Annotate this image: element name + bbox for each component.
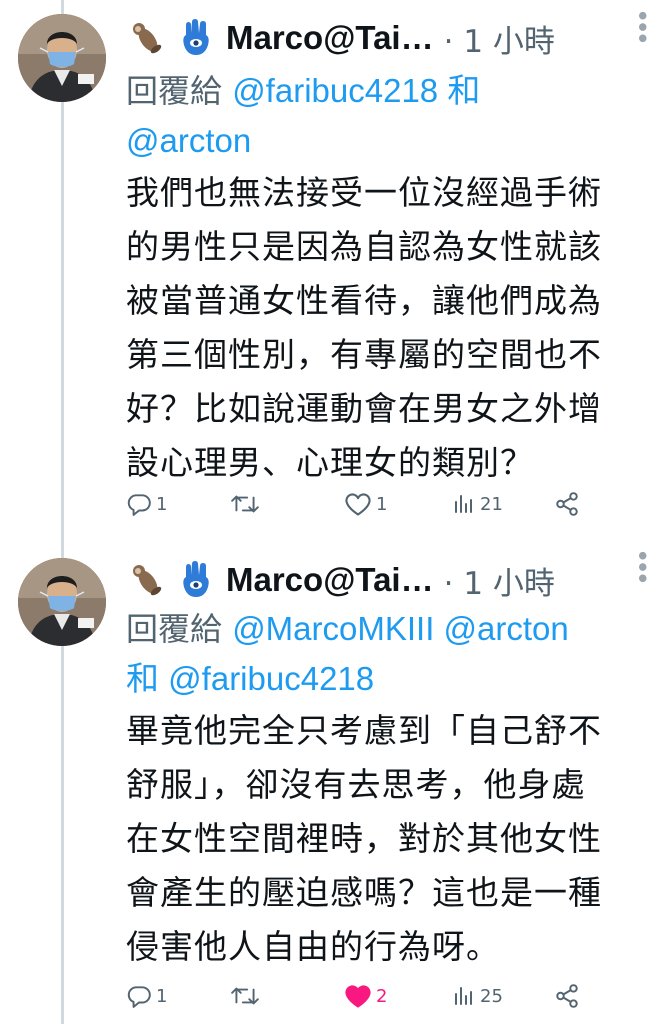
heart-icon [345, 985, 371, 1008]
reply-button[interactable]: 1 [126, 976, 167, 1016]
tweet-text-line: 被當普通女性看待，讓他們成為 [126, 281, 602, 320]
share-button[interactable] [554, 976, 580, 1016]
more-dots-icon[interactable]: ••• [626, 8, 656, 42]
reply-button[interactable]: 1 [126, 484, 167, 524]
share-button[interactable] [554, 484, 580, 524]
reply-mentions[interactable]: @faribuc4218 和 [232, 72, 480, 109]
views-chart-icon [455, 495, 472, 513]
reply-prefix: 回覆給 [126, 610, 223, 648]
reply-mentions-continued[interactable]: @arcton [126, 122, 251, 159]
reply-to-line: 回覆給 @MarcoMKIII @arcton 和 @faribuc4218 [126, 604, 646, 704]
share-icon [556, 492, 578, 516]
retweet-button[interactable] [230, 976, 264, 1016]
otter-emoji-icon [126, 558, 170, 602]
tweet-text-line: 設心理男、心理女的類別？ [126, 443, 534, 482]
display-name[interactable]: Marco@Tai… [226, 19, 434, 57]
views-button[interactable]: 21 [452, 484, 503, 524]
like-count: 2 [376, 985, 388, 1007]
views-chart-icon [455, 987, 472, 1005]
reply-bubble-icon [127, 494, 151, 516]
tweet-text: 我們也無法接受一位沒經過手術 的男性只是因為自認為女性就該 被當普通女性看待，讓… [126, 166, 656, 490]
more-dots-icon[interactable]: ••• [626, 548, 656, 582]
heart-icon [345, 493, 371, 516]
reply-count: 1 [156, 493, 168, 515]
tweet-header: Marco@Tai… · 1 小時 [126, 556, 644, 604]
avatar[interactable] [18, 14, 106, 102]
action-bar: 1 1 21 [126, 484, 596, 524]
tweet-header: Marco@Tai… · 1 小時 [126, 14, 644, 62]
retweet-icon [231, 987, 259, 1005]
reply-mentions[interactable]: @MarcoMKIII @arcton [232, 610, 569, 647]
tweet-text: 畢竟他完全只考慮到「自己舒不 舒服」，卻沒有去思考，他身處 在女性空間裡時，對於… [126, 704, 656, 974]
hamsa-hand-emoji-icon [174, 16, 218, 60]
share-icon [556, 984, 578, 1008]
tweet-text-line: 我們也無法接受一位沒經過手術 [126, 173, 602, 212]
reply-count: 1 [156, 985, 168, 1007]
tweet-text-line: 在女性空間裡時，對於其他女性 [126, 819, 602, 858]
tweet-text-line: 好？比如說運動會在男女之外增 [126, 389, 602, 428]
display-name[interactable]: Marco@Tai… [226, 561, 434, 599]
view-count: 21 [480, 493, 503, 515]
tweet-text-line: 畢竟他完全只考慮到「自己舒不 [126, 711, 602, 750]
tweet-text-line: 會產生的壓迫感嗎？這也是一種 [126, 873, 602, 912]
tweet-2[interactable]: Marco@Tai… · 1 小時 ••• 回覆給 @MarcoMKIII @a… [0, 540, 668, 1024]
reply-prefix: 回覆給 [126, 72, 223, 110]
view-count: 25 [480, 985, 503, 1007]
hamsa-hand-emoji-icon [174, 558, 218, 602]
tweet-text-line: 第三個性別，有專屬的空間也不 [126, 335, 602, 374]
reply-mentions-continued[interactable]: 和 @faribuc4218 [126, 660, 374, 697]
retweet-icon [231, 495, 259, 513]
otter-emoji-icon [126, 16, 170, 60]
timestamp[interactable]: · 1 小時 [444, 16, 555, 61]
tweet-1[interactable]: Marco@Tai… · 1 小時 ••• 回覆給 @faribuc4218 和… [0, 0, 668, 540]
timestamp[interactable]: · 1 小時 [444, 558, 555, 603]
tweet-text-line: 舒服」，卻沒有去思考，他身處 [126, 765, 586, 804]
reply-to-line: 回覆給 @faribuc4218 和 @arcton [126, 66, 646, 166]
avatar[interactable] [18, 558, 106, 646]
tweet-text-line: 侵害他人自由的行為呀。 [126, 927, 500, 966]
action-bar: 1 2 25 [126, 976, 596, 1016]
retweet-button[interactable] [230, 484, 264, 524]
like-count: 1 [376, 493, 388, 515]
reply-bubble-icon [127, 986, 151, 1008]
like-button[interactable]: 2 [344, 976, 387, 1016]
tweet-text-line: 的男性只是因為自認為女性就該 [126, 227, 602, 266]
views-button[interactable]: 25 [452, 976, 503, 1016]
like-button[interactable]: 1 [344, 484, 387, 524]
